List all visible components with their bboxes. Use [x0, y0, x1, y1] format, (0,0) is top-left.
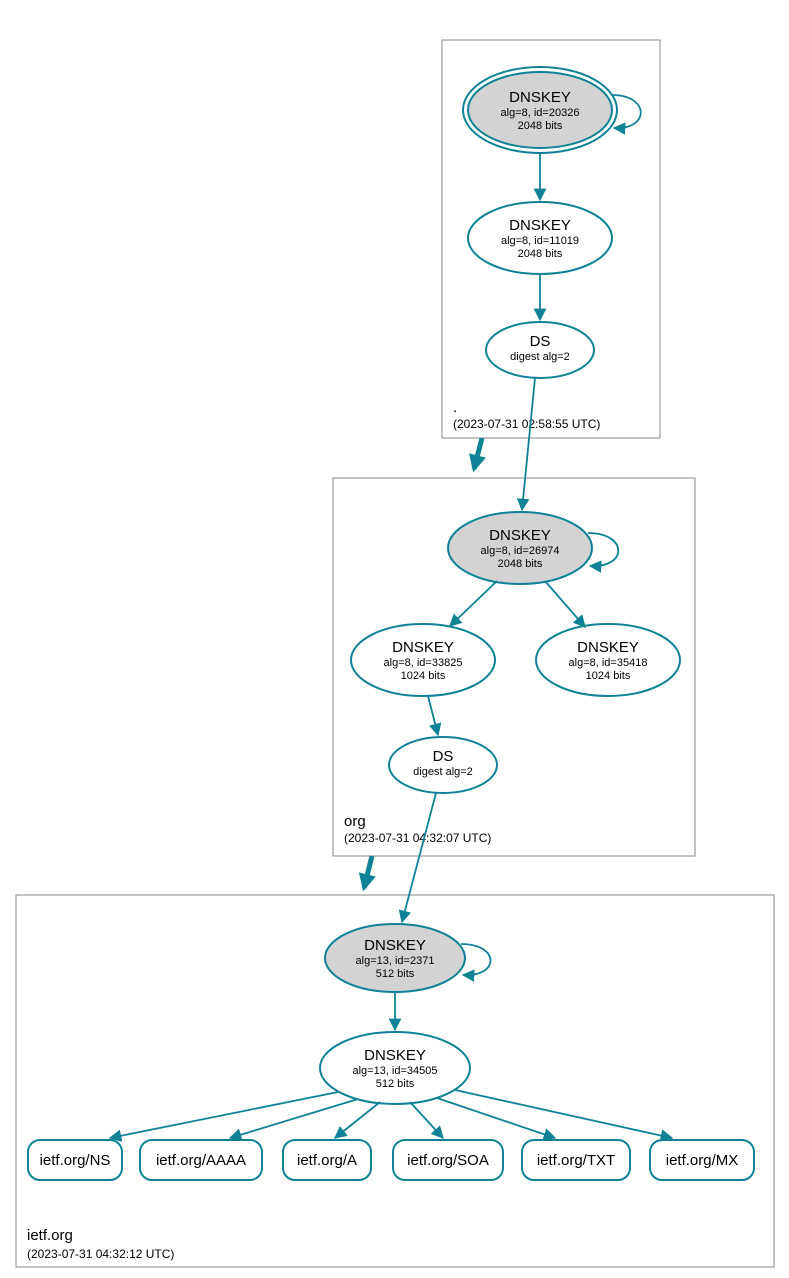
svg-text:2048 bits: 2048 bits [498, 558, 543, 570]
edge-org-zsk1-ds [428, 696, 438, 735]
svg-text:alg=13, id=34505: alg=13, id=34505 [352, 1065, 437, 1077]
zone-root: . (2023-07-31 02:58:55 UTC) DNSKEY alg=8… [442, 40, 660, 438]
svg-text:(2023-07-31 04:32:12 UTC): (2023-07-31 04:32:12 UTC) [27, 1247, 174, 1261]
zone-root-name: . [453, 399, 457, 416]
svg-text:ietf.org/SOA: ietf.org/SOA [407, 1152, 489, 1169]
svg-text:alg=8, id=20326: alg=8, id=20326 [501, 107, 580, 119]
rrset-a[interactable]: ietf.org/A [283, 1140, 371, 1180]
svg-text:alg=8, id=33825: alg=8, id=33825 [384, 657, 463, 669]
edge-zsk-txt [437, 1098, 555, 1138]
rrset-ns[interactable]: ietf.org/NS [28, 1140, 122, 1180]
rrset-soa[interactable]: ietf.org/SOA [393, 1140, 503, 1180]
zone-root-ts: (2023-07-31 02:58:55 UTC) [453, 417, 600, 431]
svg-text:DS: DS [530, 333, 551, 350]
edge-zsk-aaaa [230, 1099, 358, 1138]
svg-text:ietf.org/MX: ietf.org/MX [666, 1152, 739, 1169]
svg-text:digest alg=2: digest alg=2 [510, 351, 570, 363]
edge-org-ds-ietf-ksk [402, 793, 436, 922]
edge-zone-org-ietf [364, 856, 372, 888]
svg-text:DNSKEY: DNSKEY [364, 1047, 426, 1064]
zone-ietf: ietf.org (2023-07-31 04:32:12 UTC) DNSKE… [16, 793, 774, 1267]
zone-org-name: org [344, 813, 366, 830]
edge-org-ksk-zsk1 [450, 581, 497, 626]
edge-zsk-soa [410, 1102, 443, 1138]
node-ietf-zsk[interactable]: DNSKEY alg=13, id=34505 512 bits [320, 1032, 470, 1104]
rrset-mx[interactable]: ietf.org/MX [650, 1140, 754, 1180]
svg-text:alg=13, id=2371: alg=13, id=2371 [356, 955, 435, 967]
svg-text:512 bits: 512 bits [376, 968, 415, 980]
node-root-zsk[interactable]: DNSKEY alg=8, id=11019 2048 bits [468, 202, 612, 274]
rrset-txt[interactable]: ietf.org/TXT [522, 1140, 630, 1180]
node-org-ksk[interactable]: DNSKEY alg=8, id=26974 2048 bits [448, 512, 592, 584]
node-org-ds[interactable]: DS digest alg=2 [389, 737, 497, 793]
svg-text:2048 bits: 2048 bits [518, 248, 563, 260]
svg-text:ietf.org/A: ietf.org/A [297, 1152, 357, 1169]
svg-text:2048 bits: 2048 bits [518, 120, 563, 132]
svg-text:DNSKEY: DNSKEY [364, 937, 426, 954]
edge-zsk-a [335, 1102, 380, 1138]
rrset-aaaa[interactable]: ietf.org/AAAA [140, 1140, 262, 1180]
svg-text:DNSKEY: DNSKEY [489, 527, 551, 544]
svg-text:512 bits: 512 bits [376, 1078, 415, 1090]
node-root-ksk[interactable]: DNSKEY alg=8, id=20326 2048 bits [463, 67, 617, 153]
edge-zsk-mx [455, 1090, 672, 1138]
svg-text:ietf.org/TXT: ietf.org/TXT [537, 1152, 615, 1169]
svg-text:(2023-07-31 04:32:07 UTC): (2023-07-31 04:32:07 UTC) [344, 831, 491, 845]
node-org-zsk2[interactable]: DNSKEY alg=8, id=35418 1024 bits [536, 624, 680, 696]
svg-text:ietf.org/NS: ietf.org/NS [40, 1152, 111, 1169]
svg-text:ietf.org/AAAA: ietf.org/AAAA [156, 1152, 246, 1169]
svg-text:ietf.org: ietf.org [27, 1227, 73, 1244]
svg-text:DNSKEY: DNSKEY [509, 217, 571, 234]
node-root-ds[interactable]: DS digest alg=2 [486, 322, 594, 378]
svg-text:alg=8, id=11019: alg=8, id=11019 [501, 235, 579, 247]
svg-text:digest alg=2: digest alg=2 [413, 766, 473, 778]
svg-text:DNSKEY: DNSKEY [392, 639, 454, 656]
svg-text:1024 bits: 1024 bits [586, 670, 631, 682]
edge-org-ksk-zsk2 [545, 581, 585, 627]
svg-text:DNSKEY: DNSKEY [577, 639, 639, 656]
svg-text:DNSKEY: DNSKEY [509, 89, 571, 106]
svg-text:alg=8, id=35418: alg=8, id=35418 [569, 657, 648, 669]
node-ietf-ksk[interactable]: DNSKEY alg=13, id=2371 512 bits [325, 924, 465, 992]
svg-text:DS: DS [433, 748, 454, 765]
svg-text:alg=8, id=26974: alg=8, id=26974 [481, 545, 560, 557]
edge-zone-root-org [474, 438, 482, 469]
node-org-zsk1[interactable]: DNSKEY alg=8, id=33825 1024 bits [351, 624, 495, 696]
svg-text:1024 bits: 1024 bits [401, 670, 446, 682]
zone-org: org (2023-07-31 04:32:07 UTC) DNSKEY alg… [333, 378, 695, 856]
edge-root-ds-org-ksk [522, 378, 535, 510]
